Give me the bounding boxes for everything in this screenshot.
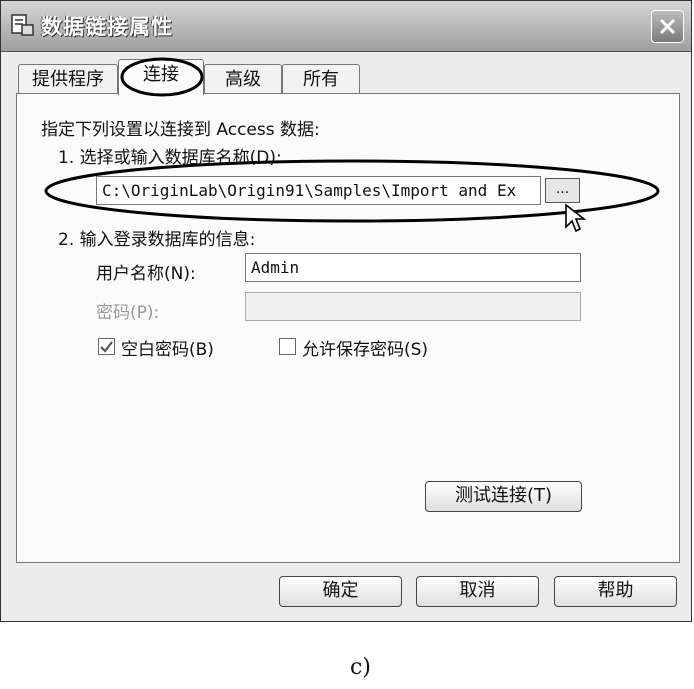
save-password-checkbox[interactable] bbox=[279, 338, 296, 355]
username-input[interactable]: Admin bbox=[245, 253, 581, 282]
blank-password-label[interactable]: 空白密码(B) bbox=[121, 335, 214, 360]
username-label: 用户名称(N): bbox=[96, 264, 196, 284]
help-button[interactable]: 帮助 bbox=[554, 576, 677, 607]
test-connection-button[interactable]: 测试连接(T) bbox=[425, 481, 582, 512]
save-password-label[interactable]: 允许保存密码(S) bbox=[302, 335, 428, 360]
dialog-title: 数据链接属性 bbox=[41, 15, 173, 39]
close-icon bbox=[659, 18, 676, 35]
password-label: 密码(P): bbox=[96, 303, 160, 323]
tab-provider[interactable]: 提供程序 bbox=[18, 64, 118, 94]
tab-highlight-ellipse bbox=[120, 57, 204, 97]
blank-password-checkbox[interactable] bbox=[98, 338, 115, 355]
tab-label: 所有 bbox=[303, 69, 339, 90]
step2-label: 2. 输入登录数据库的信息: bbox=[58, 230, 256, 250]
figure-caption: c) bbox=[350, 655, 371, 680]
password-input[interactable] bbox=[245, 292, 581, 321]
intro-text: 指定下列设置以连接到 Access 数据: bbox=[41, 120, 320, 140]
data-link-icon bbox=[11, 14, 34, 36]
mouse-cursor-icon bbox=[565, 203, 587, 233]
ok-button[interactable]: 确定 bbox=[279, 576, 402, 607]
data-link-properties-dialog: 数据链接属性 提供程序 连接 高级 所有 指定下列设置以连接到 Access 数… bbox=[0, 0, 692, 622]
tab-advanced[interactable]: 高级 bbox=[204, 64, 282, 94]
tab-label: 高级 bbox=[225, 69, 261, 90]
close-button[interactable] bbox=[651, 10, 684, 43]
cancel-button[interactable]: 取消 bbox=[416, 576, 539, 607]
title-bar[interactable]: 数据链接属性 bbox=[1, 1, 691, 52]
tab-all[interactable]: 所有 bbox=[282, 64, 360, 94]
checkmark-icon bbox=[100, 341, 113, 353]
tab-label: 提供程序 bbox=[32, 69, 104, 90]
